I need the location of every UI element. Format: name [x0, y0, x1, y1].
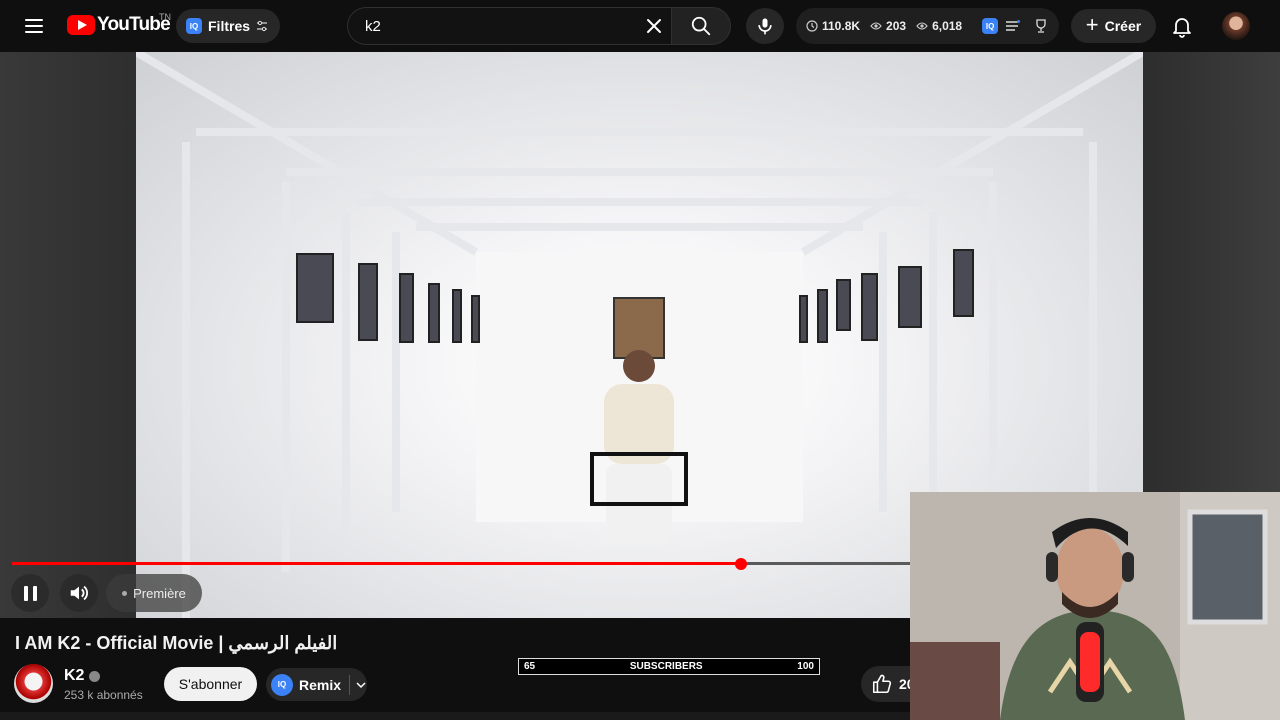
volume-button[interactable]	[60, 574, 98, 612]
goal-current: 65	[524, 661, 536, 672]
chevron-down-icon[interactable]	[356, 680, 366, 690]
premiere-label: Première	[133, 585, 186, 601]
remix-button[interactable]: IQ Remix	[266, 668, 367, 701]
divider	[349, 674, 351, 695]
goal-label: SUBSCRIBERS	[629, 661, 703, 672]
subscribe-button[interactable]: S'abonner	[164, 667, 257, 701]
progress-played	[12, 562, 741, 565]
iq-badge-icon[interactable]: IQ	[982, 18, 999, 34]
sliders-icon	[257, 20, 268, 32]
top-bar: YouTube TN IQ Filtres 110.8K 203 6,018 I…	[0, 0, 1280, 52]
watching-count: 203	[886, 19, 907, 33]
channel-name[interactable]: K2	[64, 667, 84, 685]
iq-badge-icon: IQ	[271, 673, 293, 696]
eye-icon	[870, 22, 882, 30]
verified-icon	[89, 670, 101, 682]
premiere-badge[interactable]: Première	[106, 574, 202, 612]
seated-person-illustration	[590, 350, 688, 568]
eye-icon	[916, 22, 928, 30]
live-dot-icon	[122, 590, 128, 596]
thumbs-up-icon	[872, 674, 892, 694]
speaker-icon	[70, 585, 88, 601]
filters-button[interactable]: IQ Filtres	[176, 9, 281, 43]
channel-subscriber-count: 253 k abonnés	[64, 688, 143, 702]
watching-stat: 203	[870, 19, 906, 33]
goal-target: 100	[797, 661, 814, 672]
streamer-webcam-illustration	[910, 492, 1280, 720]
remix-label: Remix	[299, 676, 342, 693]
youtube-play-icon	[67, 15, 95, 35]
subscriber-goal-bar: 65 SUBSCRIBERS 100	[518, 658, 820, 675]
country-code: TN	[159, 12, 171, 22]
create-button[interactable]: + Créer	[1071, 9, 1156, 43]
microphone-icon	[758, 18, 772, 35]
account-avatar[interactable]	[1222, 12, 1250, 40]
scrubber-handle[interactable]	[735, 558, 747, 570]
list-icon[interactable]	[1006, 20, 1021, 32]
clock-icon	[806, 20, 818, 32]
trophy-icon[interactable]	[1034, 19, 1048, 33]
search-button[interactable]	[671, 7, 731, 45]
video-title: I AM K2 - Official Movie | الفيلم الرسمي	[15, 633, 338, 653]
search-box	[347, 7, 672, 45]
youtube-logo[interactable]: YouTube TN	[67, 12, 171, 36]
voice-search-button[interactable]	[746, 8, 784, 44]
close-icon[interactable]	[642, 14, 666, 38]
iq-badge-icon: IQ	[186, 18, 202, 34]
total-count: 6,018	[932, 19, 963, 33]
stats-extension: 110.8K 203 6,018 IQ	[796, 8, 1059, 44]
bell-icon[interactable]	[1170, 14, 1194, 38]
create-label: Créer	[1104, 18, 1142, 34]
menu-icon[interactable]	[18, 10, 50, 42]
plus-icon: +	[1085, 12, 1099, 37]
views-count: 110.8K	[822, 19, 861, 33]
bottom-strip	[0, 712, 910, 720]
total-stat: 6,018	[916, 19, 962, 33]
filters-label: Filtres	[208, 18, 251, 34]
webcam-overlay	[910, 492, 1280, 720]
channel-avatar[interactable]	[14, 664, 53, 703]
channel-name-row[interactable]: K2	[64, 667, 101, 685]
pause-button[interactable]	[11, 574, 49, 612]
views-stat: 110.8K	[806, 19, 860, 33]
search-icon	[691, 16, 711, 36]
search-input[interactable]	[363, 16, 627, 36]
